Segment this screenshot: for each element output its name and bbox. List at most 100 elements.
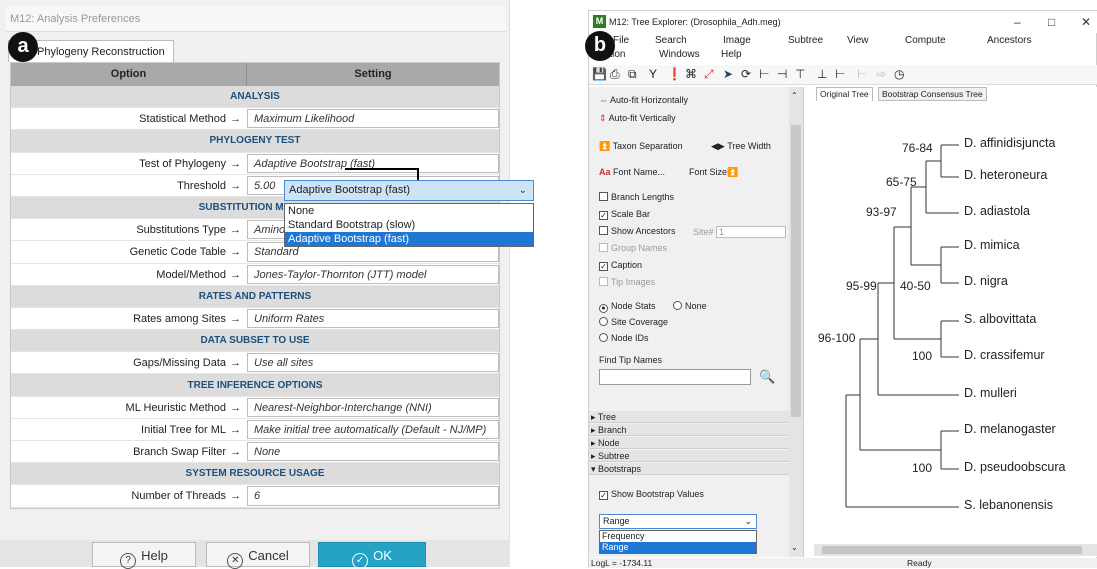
section-header: RATES AND PATTERNS <box>11 285 499 308</box>
layout3-icon[interactable]: ⊢ <box>857 67 867 81</box>
dropdown-option[interactable]: None <box>285 204 533 218</box>
setting-value[interactable]: Jones-Taylor-Thornton (JTT) model <box>247 264 499 284</box>
cancel-button[interactable]: ✕ Cancel <box>206 542 310 569</box>
setting-value[interactable]: Maximum Likelihood <box>247 109 499 129</box>
scroll-down-icon[interactable]: ⌄ <box>791 543 798 552</box>
setting-value[interactable]: Uniform Rates <box>247 308 499 329</box>
setting-value[interactable]: Make initial tree automatically (Default… <box>247 419 499 439</box>
resize-icon[interactable]: ⤢ <box>704 67 714 82</box>
taxon-label[interactable]: D. pseudoobscura <box>964 460 1065 474</box>
tree-horizontal-scrollbar[interactable] <box>814 544 1097 556</box>
find-tip-input[interactable] <box>599 369 751 385</box>
layout-icon[interactable]: ⊥ <box>817 67 827 81</box>
dropdown-option[interactable]: Adaptive Bootstrap (fast) <box>285 232 533 246</box>
search-icon[interactable]: 🔍 <box>759 369 775 385</box>
test-of-phylogeny-dropdown[interactable]: Adaptive Bootstrap (fast) ⌄ <box>284 180 534 201</box>
radio-node-stats[interactable]: ● Node Stats <box>599 301 656 313</box>
setting-value[interactable]: 6 <box>247 486 499 506</box>
font-size-control[interactable]: Font Size⏫ <box>689 167 738 178</box>
category-header[interactable]: ▸ Node <box>589 437 789 449</box>
taxon-label[interactable]: S. lebanonensis <box>964 498 1053 512</box>
info-icon[interactable]: ❗ <box>667 67 682 81</box>
pointer-icon[interactable]: ➤ <box>723 67 733 81</box>
option-row[interactable]: Number of Threads → 6 <box>11 485 499 508</box>
menu-item[interactable]: Subtree <box>788 35 823 46</box>
category-header[interactable]: ▸ Branch <box>589 424 789 436</box>
site-input[interactable]: 1 <box>716 226 787 238</box>
taxon-label[interactable]: D. mimica <box>964 238 1020 252</box>
setting-value[interactable]: Nearest-Neighbor-Interchange (NNI) <box>247 397 499 417</box>
menu-item[interactable]: Search <box>655 35 687 46</box>
flip-icon[interactable]: ⊢ <box>759 67 769 81</box>
option-row[interactable]: ML Heuristic Method → Nearest-Neighbor-Int… <box>11 397 499 419</box>
tree-width-control[interactable]: ◀▶ Tree Width <box>711 141 771 152</box>
swap-icon[interactable]: ⟳ <box>741 67 751 81</box>
option-row[interactable]: Model/Method → Jones-Taylor-Thornton (JTT)… <box>11 264 499 286</box>
clock-icon[interactable]: ◷ <box>894 67 904 81</box>
close-button[interactable]: ✕ <box>1081 11 1091 33</box>
minimize-button[interactable]: – <box>1014 11 1021 33</box>
setting-value[interactable]: Use all sites <box>247 353 499 373</box>
option-row[interactable]: Statistical Method → Maximum Likelihood <box>11 108 499 131</box>
scroll-thumb[interactable] <box>822 546 1082 554</box>
show-bootstrap-checkbox[interactable]: ✓ Show Bootstrap Values <box>599 489 704 500</box>
taxon-label[interactable]: D. crassifemur <box>964 348 1045 362</box>
setting-value[interactable]: None <box>247 442 499 462</box>
display-checkbox[interactable]: Group Names <box>599 243 667 253</box>
radio-site-coverage[interactable]: Site Coverage <box>599 317 668 327</box>
category-header[interactable]: ▸ Tree <box>589 411 789 423</box>
menu-item[interactable]: Help <box>721 49 742 60</box>
site-number-field[interactable]: Site# 1 <box>693 226 787 238</box>
dropdown-option[interactable]: Standard Bootstrap (slow) <box>285 218 533 232</box>
option-row[interactable]: Gaps/Missing Data → Use all sites <box>11 352 499 375</box>
autofit-vertically[interactable]: ⇕ Auto-fit Vertically <box>599 113 676 124</box>
menu-item[interactable]: Image <box>723 35 751 46</box>
help-button[interactable]: ? Help <box>92 542 196 569</box>
maximize-button[interactable]: □ <box>1048 11 1055 33</box>
display-checkbox[interactable]: Tip Images <box>599 277 655 287</box>
option-row[interactable]: Branch Swap Filter → None <box>11 441 499 464</box>
side-panel-scrollbar[interactable]: ⌃ ⌄ <box>789 87 803 557</box>
menu-item[interactable]: Ancestors <box>987 35 1031 46</box>
dropdown-option[interactable]: Range <box>600 542 756 553</box>
ok-button[interactable]: ✓ OK <box>318 542 426 569</box>
taxon-label[interactable]: D. nigra <box>964 274 1008 288</box>
taxon-label[interactable]: D. melanogaster <box>964 422 1056 436</box>
print-icon[interactable]: ⎙ <box>610 67 620 82</box>
category-header[interactable]: ▸ Subtree <box>589 450 789 462</box>
taxon-separation-control[interactable]: ⏫ Taxon Separation <box>599 141 683 152</box>
option-row[interactable]: Initial Tree for ML → Make initial tree au… <box>11 419 499 441</box>
menu-item[interactable]: Windows <box>659 49 700 60</box>
tree-canvas[interactable]: Original Tree Bootstrap Consensus Tree D… <box>814 87 1097 557</box>
dropdown-option[interactable]: Frequency <box>600 531 756 542</box>
taxon-label[interactable]: D. affinidisjuncta <box>964 136 1056 150</box>
bootstrap-display-dropdown[interactable]: Range ⌄ <box>599 514 757 529</box>
compress-icon[interactable]: ⊤ <box>795 67 805 81</box>
autofit-horizontally[interactable]: ⇔ Auto-fit Horizontally <box>599 95 688 105</box>
display-checkbox[interactable]: Branch Lengths <box>599 192 674 202</box>
radio-none[interactable]: None <box>673 301 707 311</box>
taxon-label[interactable]: D. adiastola <box>964 204 1030 218</box>
taxon-label[interactable]: S. albovittata <box>964 312 1036 326</box>
font-name-button[interactable]: Aa Font Name... <box>599 167 665 177</box>
radio-node-ids[interactable]: Node IDs <box>599 333 649 343</box>
layout2-icon[interactable]: ⊢ <box>835 67 845 81</box>
menu-item[interactable]: View <box>847 35 869 46</box>
display-checkbox[interactable]: ✓ Caption <box>599 260 642 271</box>
menu-item[interactable]: Compute <box>905 35 946 46</box>
forward-icon[interactable]: ⇨ <box>876 67 886 81</box>
zoom-fit-icon[interactable]: ⌘ <box>685 67 697 81</box>
display-checkbox[interactable]: Show Ancestors <box>599 226 676 236</box>
scroll-up-icon[interactable]: ⌃ <box>791 91 798 100</box>
copy-icon[interactable]: ⧉ <box>628 67 637 82</box>
save-icon[interactable]: 💾 <box>592 67 607 81</box>
option-row[interactable]: Rates among Sites → Uniform Rates <box>11 308 499 331</box>
taxon-label[interactable]: D. heteroneura <box>964 168 1047 182</box>
menu-item[interactable]: File <box>613 35 629 46</box>
subtree-icon[interactable]: ⊣ <box>777 67 787 81</box>
scroll-thumb[interactable] <box>791 125 801 417</box>
category-header[interactable]: ▾ Bootstraps <box>589 463 789 475</box>
display-checkbox[interactable]: ✓ Scale Bar <box>599 209 650 220</box>
tree-icon[interactable]: Y <box>649 67 657 81</box>
taxon-label[interactable]: D. mulleri <box>964 386 1017 400</box>
